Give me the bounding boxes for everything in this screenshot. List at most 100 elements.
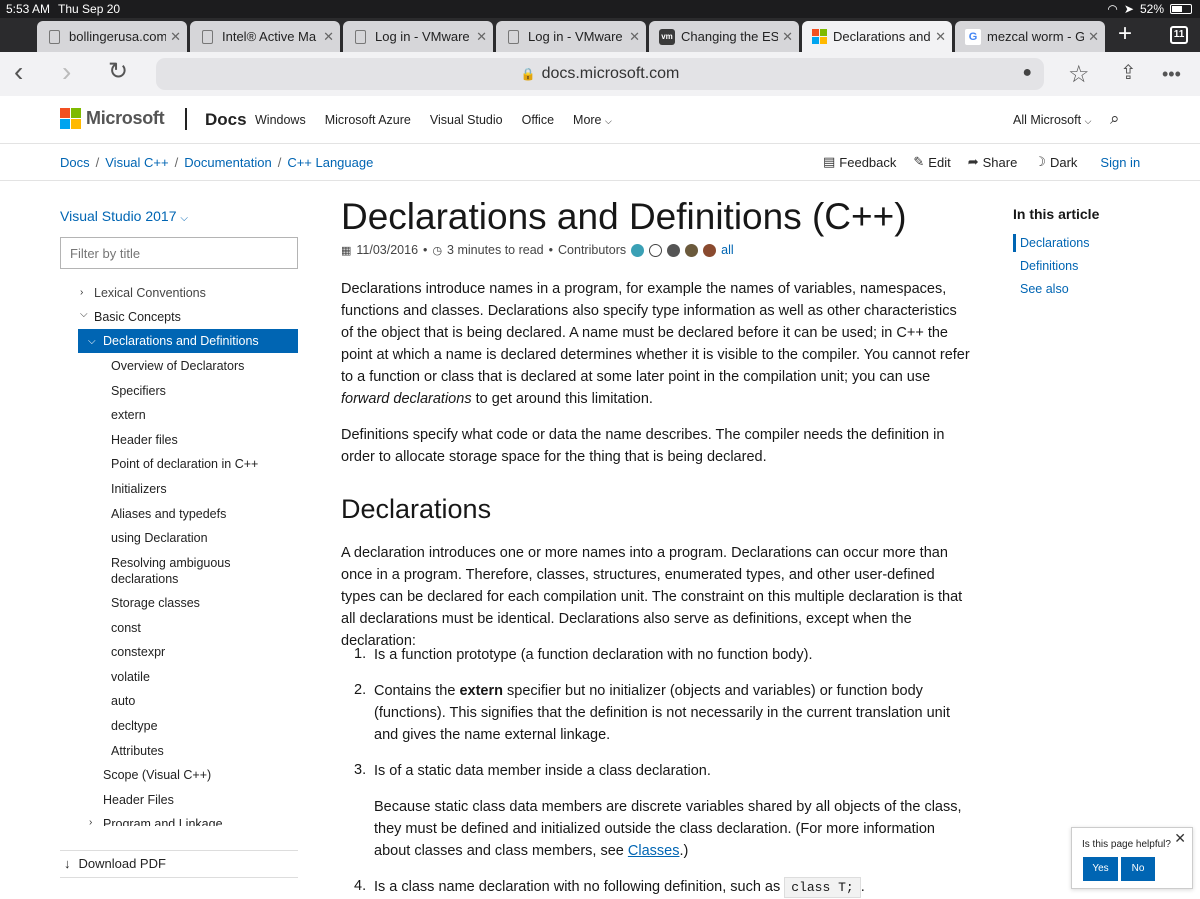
breadcrumb-documentation[interactable]: Documentation (184, 155, 271, 170)
list-item-keyword: extern (459, 683, 503, 699)
more-icon[interactable]: ••• (1162, 64, 1181, 85)
toc-item-selected[interactable]: ⌵ Declarations and Definitions (78, 329, 298, 353)
version-selector[interactable]: Visual Studio 2017 ⌵ (60, 208, 188, 224)
address-bar[interactable]: 🔒 docs.microsoft.com ● (156, 58, 1044, 90)
share-button[interactable]: ➦ Share (968, 154, 1018, 170)
google-icon: G (965, 28, 981, 45)
list-number: 3. (354, 762, 367, 778)
microsoft-logo-text: Microsoft (86, 108, 165, 128)
browser-tab[interactable]: Log in - VMware ✕ (343, 21, 493, 52)
active-indicator (1013, 234, 1016, 252)
rtoc-link-declarations[interactable]: Declarations (1020, 236, 1089, 250)
back-icon[interactable]: ‹ (14, 58, 23, 86)
tab-count-button[interactable]: 11 (1170, 26, 1188, 44)
sign-in-link[interactable]: Sign in (1100, 154, 1140, 170)
toc-item[interactable]: volatile (111, 669, 150, 685)
browser-tab[interactable]: Intel® Active Ma ✕ (190, 21, 340, 52)
toc-item[interactable]: Attributes (111, 743, 164, 759)
download-pdf-link[interactable]: ↓ Download PDF (64, 856, 166, 871)
chevron-right-icon[interactable]: › (80, 287, 83, 298)
paragraph-text: to get around this limitation. (475, 391, 653, 407)
feedback-label: Feedback (839, 154, 897, 170)
close-tab-icon[interactable]: ✕ (476, 29, 487, 45)
share-icon[interactable]: ⇪ (1120, 60, 1137, 85)
rtoc-link-definitions[interactable]: Definitions (1020, 259, 1078, 273)
chevron-down-icon[interactable]: ⌵ (80, 309, 88, 320)
breadcrumb-visual-cpp[interactable]: Visual C++ (105, 155, 168, 170)
toc-item[interactable]: Overview of Declarators (111, 358, 244, 374)
reload-icon[interactable]: ↻ (108, 58, 128, 86)
browser-tab[interactable]: Log in - VMware ✕ (496, 21, 646, 52)
microsoft-logo[interactable]: Microsoft (60, 108, 165, 129)
bookmark-star-icon[interactable]: ☆ (1068, 60, 1090, 89)
feedback-yes-button[interactable]: Yes (1083, 857, 1118, 881)
status-bar: 5:53 AM Thu Sep 20 ◠ ➤ 52% (0, 0, 1200, 18)
toc-item-label: Declarations and Definitions (103, 334, 259, 348)
all-microsoft-menu[interactable]: All Microsoft ⌵ (1013, 113, 1091, 127)
breadcrumb-cpp-language[interactable]: C++ Language (287, 155, 373, 170)
avatar[interactable] (703, 243, 717, 257)
chevron-right-icon[interactable]: › (89, 817, 92, 826)
share-label: Share (982, 154, 1018, 170)
dark-theme-button[interactable]: ☽ Dark (1034, 154, 1077, 170)
close-tab-icon[interactable]: ✕ (1088, 29, 1099, 45)
nav-visual-studio[interactable]: Visual Studio (430, 113, 503, 127)
forward-icon[interactable]: › (62, 58, 71, 86)
browser-tab[interactable]: G mezcal worm - G ✕ (955, 21, 1105, 52)
nav-azure[interactable]: Microsoft Azure (325, 113, 411, 127)
nav-more[interactable]: More ⌵ (573, 113, 612, 127)
close-tab-icon[interactable]: ✕ (629, 29, 640, 45)
toc-item[interactable]: Scope (Visual C++) (103, 767, 211, 783)
toc-item[interactable]: const (111, 620, 141, 636)
toc-item[interactable]: Header Files (103, 792, 174, 808)
avatar[interactable] (649, 243, 663, 257)
toc-item[interactable]: Initializers (111, 481, 167, 497)
toc-item[interactable]: Resolving ambiguous declarations (111, 555, 261, 587)
toc-item[interactable]: extern (111, 407, 146, 423)
toc-item[interactable]: using Declaration (111, 530, 208, 546)
rtoc-link-see-also[interactable]: See also (1020, 282, 1069, 296)
toc-item[interactable]: Lexical Conventions (94, 285, 206, 301)
search-icon[interactable]: ⌕ (1110, 109, 1120, 129)
definitions-paragraph: Definitions specify what code or data th… (341, 427, 945, 465)
all-contributors-link[interactable]: all (721, 243, 734, 257)
close-tab-icon[interactable]: ✕ (323, 29, 334, 45)
nav-office[interactable]: Office (522, 113, 554, 127)
docs-brand[interactable]: Docs (205, 110, 247, 130)
toc-item[interactable]: decltype (111, 718, 158, 734)
toc-item[interactable]: constexpr (111, 644, 165, 660)
close-tab-icon[interactable]: ✕ (935, 29, 946, 45)
close-tab-icon[interactable]: ✕ (170, 29, 181, 45)
toc-item[interactable]: Specifiers (111, 383, 166, 399)
toc-item[interactable]: Point of declaration in C++ (111, 456, 258, 472)
toc-item[interactable]: Storage classes (111, 595, 200, 611)
tab-title: Log in - VMware (375, 29, 470, 44)
toc-item[interactable]: auto (111, 693, 135, 709)
dark-label: Dark (1049, 154, 1078, 170)
toc-item[interactable]: Header files (111, 432, 178, 448)
browser-tab[interactable]: bollingerusa.com ✕ (37, 21, 187, 52)
new-tab-icon[interactable]: + (1118, 22, 1132, 46)
close-tab-icon[interactable]: ✕ (782, 29, 793, 45)
avatar[interactable] (631, 243, 645, 257)
feedback-button[interactable]: ▤ Feedback (823, 154, 896, 170)
toc-item[interactable]: Program and Linkage (103, 816, 223, 826)
address-text: docs.microsoft.com (541, 65, 680, 82)
toc-item[interactable]: Basic Concepts (94, 309, 181, 325)
breadcrumb-separator: / (95, 155, 100, 170)
nav-windows[interactable]: Windows (255, 113, 306, 127)
browser-tab-active[interactable]: Declarations and ✕ (802, 21, 952, 52)
edit-button[interactable]: ✎ Edit (913, 154, 950, 170)
toc-item[interactable]: Aliases and typedefs (111, 506, 226, 522)
avatar[interactable] (667, 243, 681, 257)
microphone-icon[interactable]: ● (1022, 64, 1032, 82)
browser-tab[interactable]: vm Changing the ES ✕ (649, 21, 799, 52)
breadcrumb-separator: / (174, 155, 179, 170)
paragraph-text: Declarations introduce names in a progra… (341, 281, 970, 385)
filter-input[interactable] (60, 237, 298, 269)
close-icon[interactable]: ✕ (1174, 830, 1186, 847)
classes-link[interactable]: Classes (628, 843, 680, 859)
breadcrumb-docs[interactable]: Docs (60, 155, 90, 170)
avatar[interactable] (685, 243, 699, 257)
feedback-no-button[interactable]: No (1121, 857, 1155, 881)
